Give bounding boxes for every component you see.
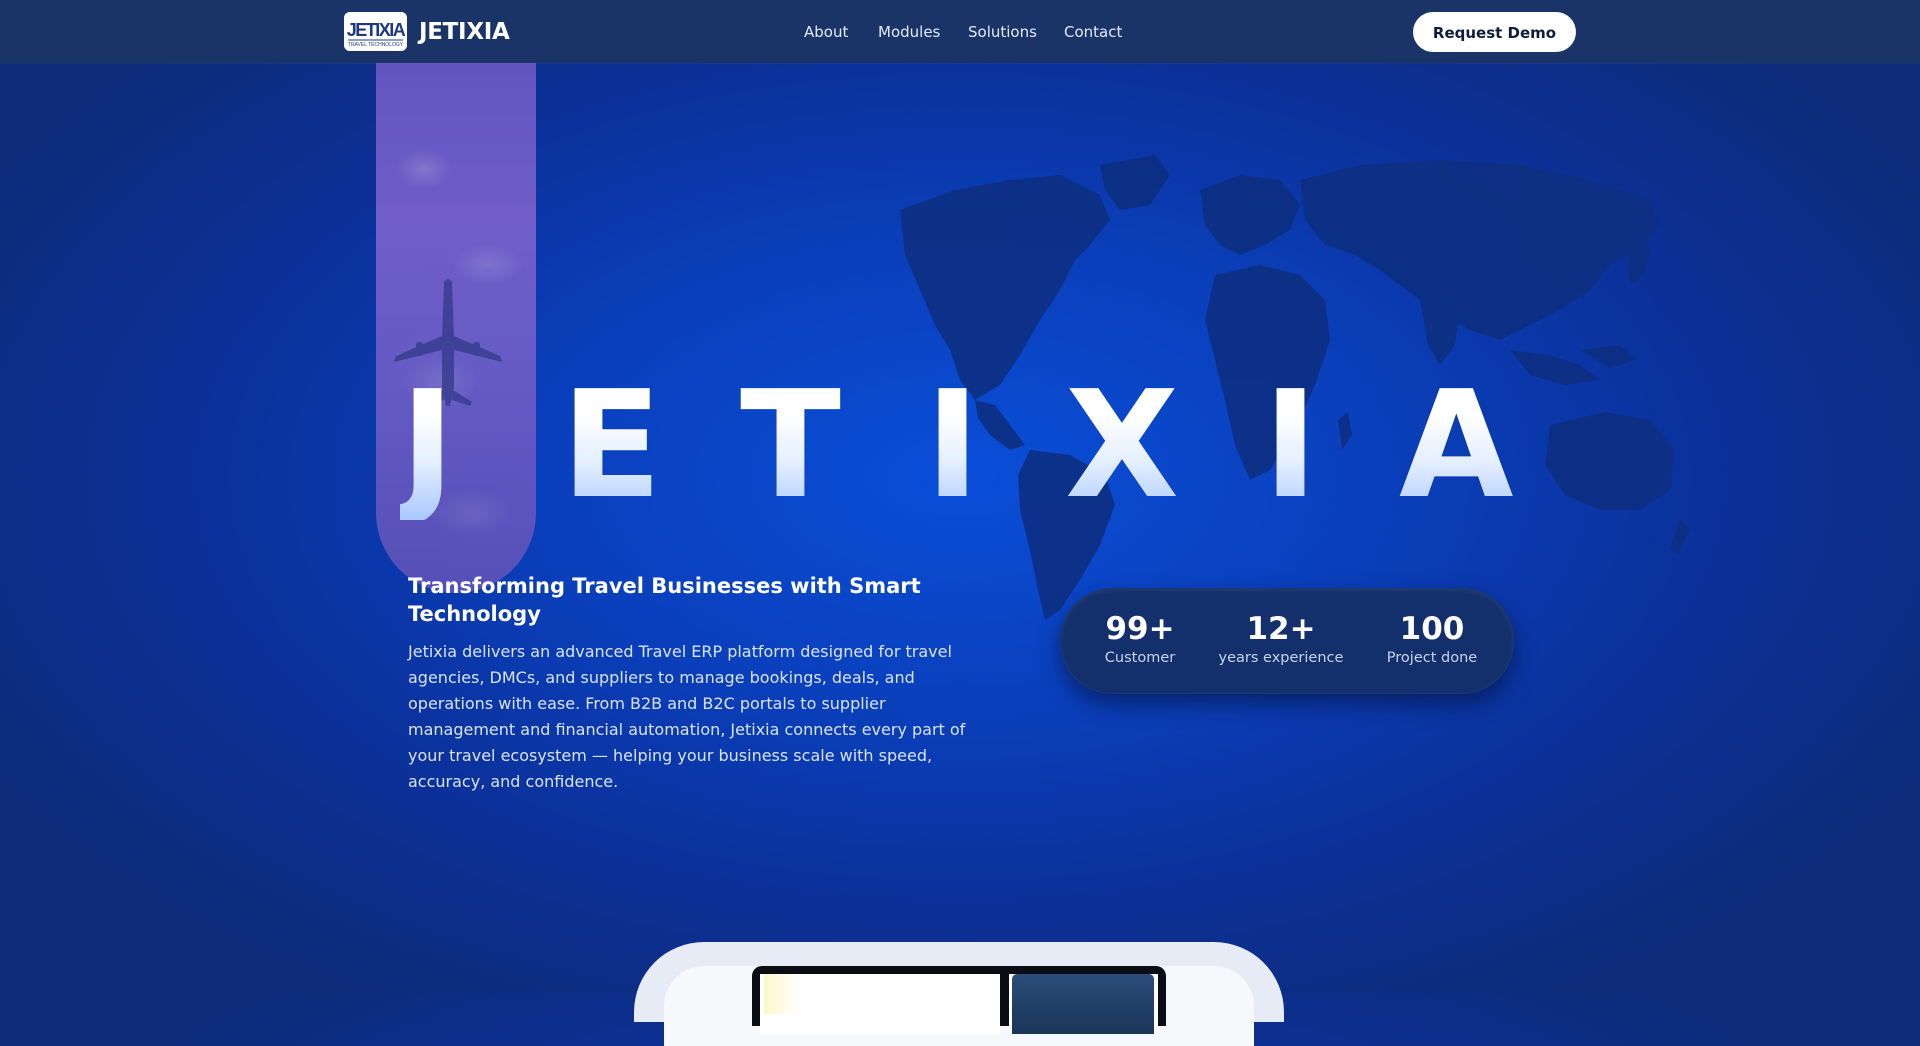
wordmark-letter: A [1399,359,1514,531]
stat-label: years experience [1218,650,1344,666]
wordmark-letter: I [1263,359,1319,531]
logo-tagline: TRAVEL TECHNOLOGY [348,42,404,48]
hero-wordmark: J E T I X I A [0,370,1920,520]
wordmark-letter: X [1065,359,1180,531]
nav-modules[interactable]: Modules [878,22,940,42]
site-header: JETIXIA TRAVEL TECHNOLOGY JETIXIA About … [0,0,1920,63]
stat-value: 100 [1399,611,1465,647]
wordmark-letter: J [400,359,456,531]
device-screen [752,966,1166,1034]
hero-title: Transforming Travel Businesses with Smar… [408,574,921,626]
device-mockup [634,942,1284,1046]
request-demo-button[interactable]: Request Demo [1413,12,1576,52]
stat-value: 99+ [1105,611,1175,647]
stat-projects: 100 Project done [1384,611,1480,668]
main-nav: About Modules Solutions Contact [0,22,1920,42]
device-notch [933,966,985,974]
stat-value: 12+ [1246,611,1316,647]
nav-about[interactable]: About [804,22,848,42]
wordmark-letter: T [740,359,841,531]
screen-panel-left [760,974,1000,1034]
stat-label: Project done [1386,650,1478,666]
wordmark-letter: I [925,359,981,531]
stat-label: Customer [1104,650,1176,666]
nav-solutions[interactable]: Solutions [968,22,1037,42]
wordmark-letter: E [561,359,663,531]
hero-description: Jetixia delivers an advanced Travel ERP … [408,642,966,791]
stat-experience: 12+ years experience [1216,611,1346,668]
stats-card: 99+ Customer 12+ years experience 100 Pr… [1060,588,1514,694]
stat-customers: 99+ Customer [1100,611,1180,668]
nav-contact[interactable]: Contact [1064,22,1122,42]
screen-card [1012,974,1154,1034]
